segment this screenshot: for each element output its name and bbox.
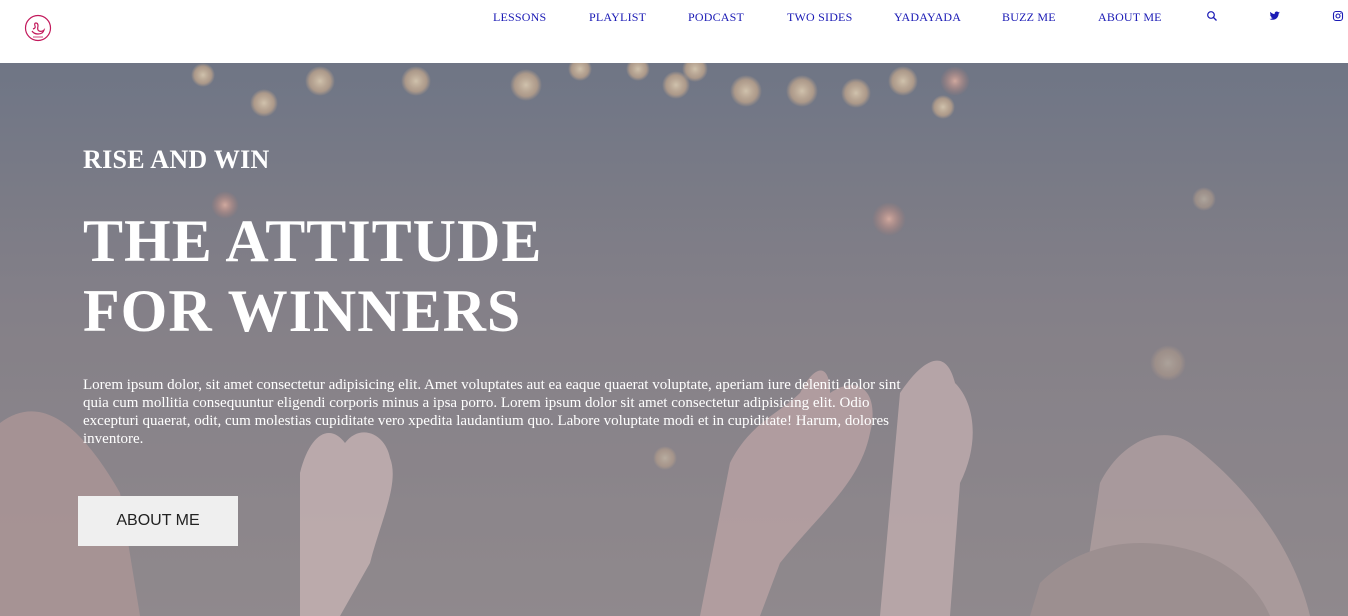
- nav-item-two-sides[interactable]: TWO SIDES: [787, 10, 852, 25]
- about-me-button[interactable]: ABOUT ME: [78, 496, 238, 546]
- nav-item-buzz-me[interactable]: BUZZ ME: [1002, 10, 1056, 25]
- hero-headline: THE ATTITUDE FOR WINNERS: [83, 206, 783, 346]
- nav-item-podcast[interactable]: PODCAST: [688, 10, 744, 25]
- nav-item-lessons[interactable]: LESSONS: [493, 10, 546, 25]
- nav-item-yadayada[interactable]: YADAYADA: [894, 10, 961, 25]
- main-nav: LESSONS PLAYLIST PODCAST TWO SIDES YADAY…: [0, 0, 1348, 30]
- twitter-icon[interactable]: [1269, 10, 1281, 22]
- hero-description: Lorem ipsum dolor, sit amet consectetur …: [83, 377, 901, 447]
- search-icon[interactable]: [1206, 10, 1218, 22]
- top-navigation-bar: LESSONS PLAYLIST PODCAST TWO SIDES YADAY…: [0, 0, 1348, 63]
- nav-item-about-me[interactable]: ABOUT ME: [1098, 10, 1162, 25]
- headline-line-1: THE ATTITUDE: [83, 208, 543, 274]
- hero-section: RISE AND WIN THE ATTITUDE FOR WINNERS Lo…: [0, 63, 1348, 616]
- nav-item-playlist[interactable]: PLAYLIST: [589, 10, 646, 25]
- hero-kicker: RISE AND WIN: [83, 145, 270, 174]
- instagram-icon[interactable]: [1332, 10, 1344, 22]
- headline-line-2: FOR WINNERS: [83, 278, 522, 344]
